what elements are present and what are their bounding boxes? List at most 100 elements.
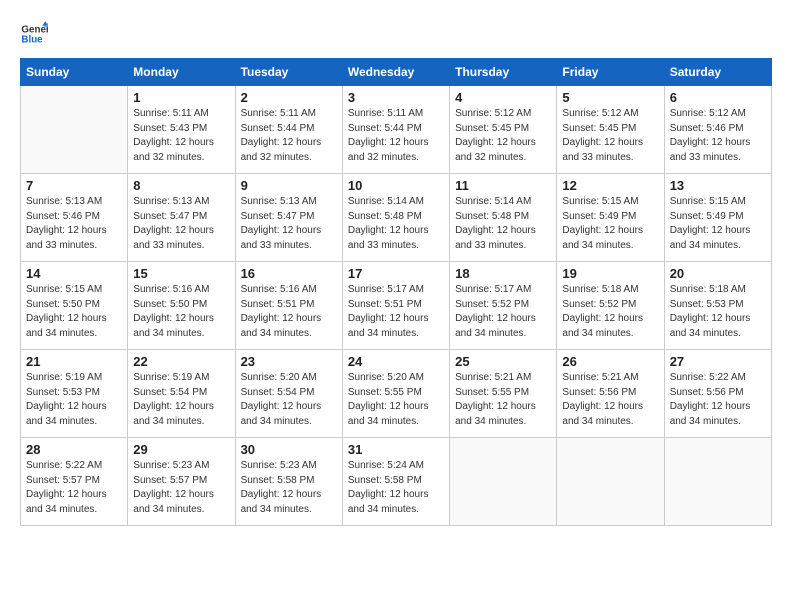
calendar-cell: 30 Sunrise: 5:23 AM Sunset: 5:58 PM Dayli…	[235, 438, 342, 526]
calendar-cell: 11 Sunrise: 5:14 AM Sunset: 5:48 PM Dayli…	[450, 174, 557, 262]
day-number: 28	[26, 442, 122, 457]
day-info: Sunrise: 5:11 AM Sunset: 5:44 PM Dayligh…	[241, 107, 337, 165]
calendar-cell: 24 Sunrise: 5:20 AM Sunset: 5:55 PM Dayli…	[342, 350, 449, 438]
day-number: 1	[133, 90, 229, 105]
header: General Blue	[20, 20, 772, 48]
day-number: 19	[562, 266, 658, 281]
calendar-cell: 7 Sunrise: 5:13 AM Sunset: 5:46 PM Daylig…	[21, 174, 128, 262]
day-number: 10	[348, 178, 444, 193]
day-info: Sunrise: 5:11 AM Sunset: 5:43 PM Dayligh…	[133, 107, 229, 165]
day-info: Sunrise: 5:13 AM Sunset: 5:47 PM Dayligh…	[241, 195, 337, 253]
day-info: Sunrise: 5:12 AM Sunset: 5:45 PM Dayligh…	[455, 107, 551, 165]
day-number: 24	[348, 354, 444, 369]
day-info: Sunrise: 5:16 AM Sunset: 5:51 PM Dayligh…	[241, 283, 337, 341]
calendar-cell: 5Sunrise: 5:12 AM Sunset: 5:45 PM Daylig…	[557, 86, 664, 174]
day-info: Sunrise: 5:19 AM Sunset: 5:54 PM Dayligh…	[133, 371, 229, 429]
day-info: Sunrise: 5:17 AM Sunset: 5:51 PM Dayligh…	[348, 283, 444, 341]
day-number: 8	[133, 178, 229, 193]
day-info: Sunrise: 5:14 AM Sunset: 5:48 PM Dayligh…	[455, 195, 551, 253]
calendar-cell: 20Sunrise: 5:18 AM Sunset: 5:53 PM Dayli…	[664, 262, 771, 350]
week-row-5: 28 Sunrise: 5:22 AM Sunset: 5:57 PM Dayli…	[21, 438, 772, 526]
day-header-tuesday: Tuesday	[235, 59, 342, 86]
day-info: Sunrise: 5:15 AM Sunset: 5:49 PM Dayligh…	[670, 195, 766, 253]
day-number: 30	[241, 442, 337, 457]
week-row-1: 1 Sunrise: 5:11 AM Sunset: 5:43 PM Daylig…	[21, 86, 772, 174]
day-header-thursday: Thursday	[450, 59, 557, 86]
day-header-monday: Monday	[128, 59, 235, 86]
day-info: Sunrise: 5:14 AM Sunset: 5:48 PM Dayligh…	[348, 195, 444, 253]
calendar-cell: 17 Sunrise: 5:17 AM Sunset: 5:51 PM Dayli…	[342, 262, 449, 350]
day-number: 27	[670, 354, 766, 369]
calendar-cell: 4 Sunrise: 5:12 AM Sunset: 5:45 PM Daylig…	[450, 86, 557, 174]
calendar-cell: 9Sunrise: 5:13 AM Sunset: 5:47 PM Daylig…	[235, 174, 342, 262]
day-number: 11	[455, 178, 551, 193]
calendar-cell: 23 Sunrise: 5:20 AM Sunset: 5:54 PM Dayli…	[235, 350, 342, 438]
week-row-4: 21Sunrise: 5:19 AM Sunset: 5:53 PM Dayli…	[21, 350, 772, 438]
calendar-cell: 31Sunrise: 5:24 AM Sunset: 5:58 PM Dayli…	[342, 438, 449, 526]
day-number: 3	[348, 90, 444, 105]
calendar-header: SundayMondayTuesdayWednesdayThursdayFrid…	[21, 59, 772, 86]
calendar-cell	[557, 438, 664, 526]
svg-text:Blue: Blue	[21, 34, 43, 45]
day-number: 4	[455, 90, 551, 105]
day-info: Sunrise: 5:23 AM Sunset: 5:57 PM Dayligh…	[133, 459, 229, 517]
calendar-cell: 10 Sunrise: 5:14 AM Sunset: 5:48 PM Dayli…	[342, 174, 449, 262]
calendar-cell: 14 Sunrise: 5:15 AM Sunset: 5:50 PM Dayli…	[21, 262, 128, 350]
day-number: 6	[670, 90, 766, 105]
calendar-cell: 1 Sunrise: 5:11 AM Sunset: 5:43 PM Daylig…	[128, 86, 235, 174]
calendar-cell: 15 Sunrise: 5:16 AM Sunset: 5:50 PM Dayli…	[128, 262, 235, 350]
calendar-cell: 19 Sunrise: 5:18 AM Sunset: 5:52 PM Dayli…	[557, 262, 664, 350]
day-info: Sunrise: 5:12 AM Sunset: 5:46 PM Dayligh…	[670, 107, 766, 165]
day-number: 5	[562, 90, 658, 105]
day-info: Sunrise: 5:17 AM Sunset: 5:52 PM Dayligh…	[455, 283, 551, 341]
day-header-sunday: Sunday	[21, 59, 128, 86]
day-info: Sunrise: 5:20 AM Sunset: 5:55 PM Dayligh…	[348, 371, 444, 429]
logo-icon: General Blue	[20, 20, 48, 48]
calendar-cell: 8 Sunrise: 5:13 AM Sunset: 5:47 PM Daylig…	[128, 174, 235, 262]
day-number: 16	[241, 266, 337, 281]
calendar-cell: 12 Sunrise: 5:15 AM Sunset: 5:49 PM Dayli…	[557, 174, 664, 262]
day-number: 7	[26, 178, 122, 193]
week-row-2: 7 Sunrise: 5:13 AM Sunset: 5:46 PM Daylig…	[21, 174, 772, 262]
calendar-cell: 25Sunrise: 5:21 AM Sunset: 5:55 PM Dayli…	[450, 350, 557, 438]
day-number: 14	[26, 266, 122, 281]
calendar-cell: 28 Sunrise: 5:22 AM Sunset: 5:57 PM Dayli…	[21, 438, 128, 526]
calendar-cell: 27 Sunrise: 5:22 AM Sunset: 5:56 PM Dayli…	[664, 350, 771, 438]
day-info: Sunrise: 5:15 AM Sunset: 5:50 PM Dayligh…	[26, 283, 122, 341]
day-number: 17	[348, 266, 444, 281]
day-info: Sunrise: 5:20 AM Sunset: 5:54 PM Dayligh…	[241, 371, 337, 429]
calendar-cell: 26Sunrise: 5:21 AM Sunset: 5:56 PM Dayli…	[557, 350, 664, 438]
day-number: 23	[241, 354, 337, 369]
day-number: 21	[26, 354, 122, 369]
logo: General Blue	[20, 20, 48, 48]
day-info: Sunrise: 5:23 AM Sunset: 5:58 PM Dayligh…	[241, 459, 337, 517]
day-info: Sunrise: 5:22 AM Sunset: 5:56 PM Dayligh…	[670, 371, 766, 429]
calendar-cell: 6 Sunrise: 5:12 AM Sunset: 5:46 PM Daylig…	[664, 86, 771, 174]
calendar-cell: 21Sunrise: 5:19 AM Sunset: 5:53 PM Dayli…	[21, 350, 128, 438]
day-info: Sunrise: 5:15 AM Sunset: 5:49 PM Dayligh…	[562, 195, 658, 253]
day-info: Sunrise: 5:21 AM Sunset: 5:56 PM Dayligh…	[562, 371, 658, 429]
day-number: 31	[348, 442, 444, 457]
week-row-3: 14 Sunrise: 5:15 AM Sunset: 5:50 PM Dayli…	[21, 262, 772, 350]
calendar-cell: 18 Sunrise: 5:17 AM Sunset: 5:52 PM Dayli…	[450, 262, 557, 350]
calendar-cell: 29 Sunrise: 5:23 AM Sunset: 5:57 PM Dayli…	[128, 438, 235, 526]
day-info: Sunrise: 5:13 AM Sunset: 5:46 PM Dayligh…	[26, 195, 122, 253]
day-number: 29	[133, 442, 229, 457]
day-header-friday: Friday	[557, 59, 664, 86]
day-info: Sunrise: 5:21 AM Sunset: 5:55 PM Dayligh…	[455, 371, 551, 429]
day-info: Sunrise: 5:22 AM Sunset: 5:57 PM Dayligh…	[26, 459, 122, 517]
day-number: 18	[455, 266, 551, 281]
calendar-cell: 22 Sunrise: 5:19 AM Sunset: 5:54 PM Dayli…	[128, 350, 235, 438]
day-number: 22	[133, 354, 229, 369]
calendar-cell: 2Sunrise: 5:11 AM Sunset: 5:44 PM Daylig…	[235, 86, 342, 174]
calendar-table: SundayMondayTuesdayWednesdayThursdayFrid…	[20, 58, 772, 526]
day-number: 20	[670, 266, 766, 281]
day-info: Sunrise: 5:13 AM Sunset: 5:47 PM Dayligh…	[133, 195, 229, 253]
day-info: Sunrise: 5:16 AM Sunset: 5:50 PM Dayligh…	[133, 283, 229, 341]
day-number: 15	[133, 266, 229, 281]
calendar-cell: 13Sunrise: 5:15 AM Sunset: 5:49 PM Dayli…	[664, 174, 771, 262]
day-info: Sunrise: 5:11 AM Sunset: 5:44 PM Dayligh…	[348, 107, 444, 165]
day-header-wednesday: Wednesday	[342, 59, 449, 86]
day-info: Sunrise: 5:18 AM Sunset: 5:52 PM Dayligh…	[562, 283, 658, 341]
day-number: 12	[562, 178, 658, 193]
